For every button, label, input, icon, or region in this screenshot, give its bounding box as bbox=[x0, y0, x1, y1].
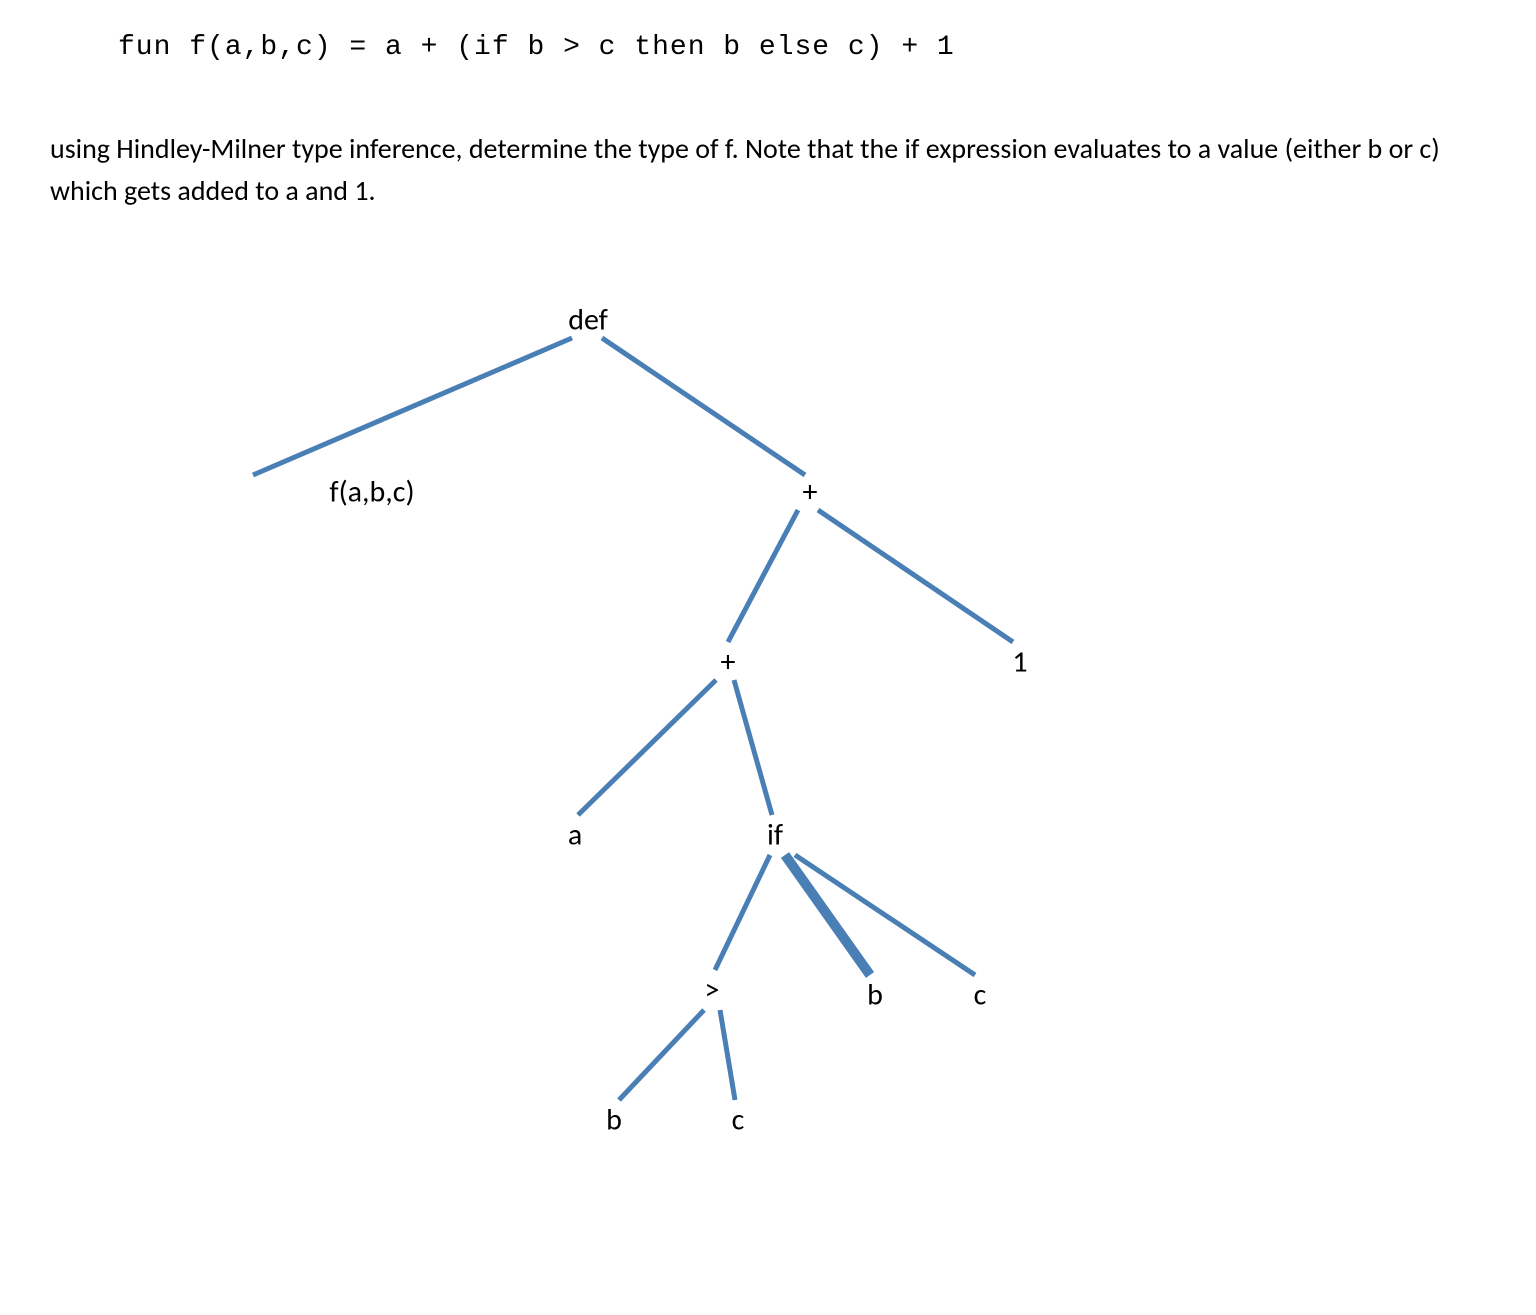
node-def: def bbox=[568, 302, 608, 339]
node-b2: b bbox=[606, 1102, 622, 1139]
edge-if-gt bbox=[715, 855, 770, 970]
node-if: if bbox=[767, 817, 783, 854]
edge-if-b bbox=[785, 855, 870, 975]
node-fabc: f(a,b,c) bbox=[329, 474, 414, 511]
tree-edges bbox=[0, 270, 1536, 1270]
description-text: using Hindley-Milner type inference, det… bbox=[50, 128, 1486, 212]
edge-plus1-plus2 bbox=[728, 510, 798, 642]
node-a: a bbox=[568, 817, 582, 854]
code-line: fun f(a,b,c) = a + (if b > c then b else… bbox=[118, 32, 955, 63]
edge-plus1-one bbox=[818, 510, 1013, 642]
node-b1: b bbox=[867, 977, 883, 1014]
edge-plus2-a bbox=[578, 680, 716, 815]
node-c2: c bbox=[732, 1102, 745, 1139]
node-plus1: + bbox=[803, 474, 818, 511]
node-one: 1 bbox=[1012, 644, 1027, 681]
edge-def-fabc bbox=[253, 338, 572, 475]
edge-def-plus1 bbox=[602, 338, 805, 475]
node-plus2: + bbox=[721, 644, 736, 681]
tree-diagram: def f(a,b,c) + + 1 a if > b c b c bbox=[0, 270, 1536, 1270]
node-gt: > bbox=[705, 972, 720, 1009]
node-c1: c bbox=[974, 977, 987, 1014]
edge-plus2-if bbox=[734, 680, 772, 815]
edge-gt-b bbox=[619, 1010, 704, 1100]
edge-gt-c bbox=[720, 1010, 735, 1100]
